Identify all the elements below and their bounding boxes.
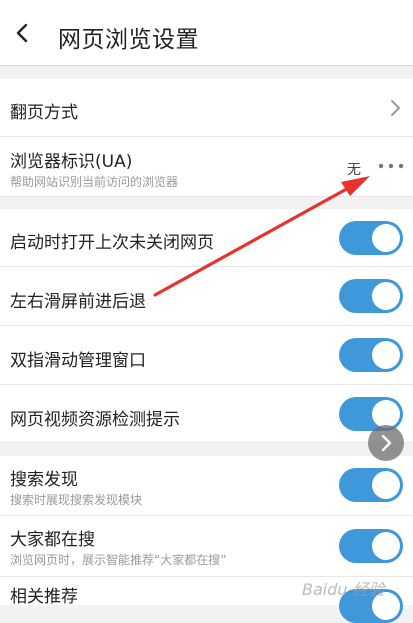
app-header: 网页浏览设置	[0, 0, 413, 66]
setting-value: 无	[347, 162, 361, 178]
setting-description: 帮助网站识别当前访问的浏览器	[10, 175, 179, 189]
setting-label: 网页视频资源检测提示	[10, 410, 180, 430]
watermark: Baidu 经验	[302, 580, 385, 599]
chevron-left-icon[interactable]	[12, 22, 34, 44]
setting-label: 翻页方式	[10, 103, 78, 123]
setting-trending-search: 大家都在搜 浏览网页时，展示智能推荐“大家都在搜”	[0, 516, 413, 577]
setting-user-agent[interactable]: 浏览器标识(UA) 帮助网站识别当前访问的浏览器 无	[0, 137, 413, 197]
chevron-right-icon	[381, 434, 392, 452]
setting-search-discovery: 搜索发现 搜索时展现搜索发现模块	[0, 456, 413, 516]
toggle-knob	[372, 224, 400, 252]
setting-label: 左右滑屏前进后退	[10, 292, 146, 312]
setting-page-turn-mode[interactable]: 翻页方式	[0, 79, 413, 137]
setting-label: 双指滑动管理窗口	[10, 351, 146, 371]
setting-two-finger-windows: 双指滑动管理窗口	[0, 326, 413, 385]
toggle-switch[interactable]	[339, 468, 403, 502]
setting-description: 搜索时展现搜索发现模块	[10, 493, 143, 507]
toggle-switch[interactable]	[339, 221, 403, 255]
setting-label: 大家都在搜	[10, 530, 95, 550]
chevron-right-icon	[391, 100, 400, 116]
toggle-knob	[372, 471, 400, 499]
setting-label: 搜索发现	[10, 470, 78, 490]
toggle-knob	[372, 341, 400, 369]
page-title: 网页浏览设置	[58, 27, 199, 53]
setting-swipe-navigation: 左右滑屏前进后退	[0, 267, 413, 326]
toggle-switch[interactable]	[339, 338, 403, 372]
setting-description: 浏览网页时，展示智能推荐“大家都在搜”	[10, 553, 227, 567]
toggle-switch[interactable]	[339, 529, 403, 563]
more-icon[interactable]	[377, 161, 405, 171]
toggle-knob	[372, 532, 400, 560]
setting-restore-tabs: 启动时打开上次未关闭网页	[0, 209, 413, 267]
toggle-knob	[372, 282, 400, 310]
setting-label: 启动时打开上次未关闭网页	[10, 233, 214, 253]
toggle-knob	[372, 400, 400, 428]
floating-forward-button[interactable]	[368, 425, 404, 461]
setting-video-detection: 网页视频资源检测提示	[0, 385, 413, 443]
setting-label: 浏览器标识(UA)	[10, 152, 133, 172]
setting-label: 相关推荐	[10, 587, 78, 607]
toggle-switch[interactable]	[339, 279, 403, 313]
